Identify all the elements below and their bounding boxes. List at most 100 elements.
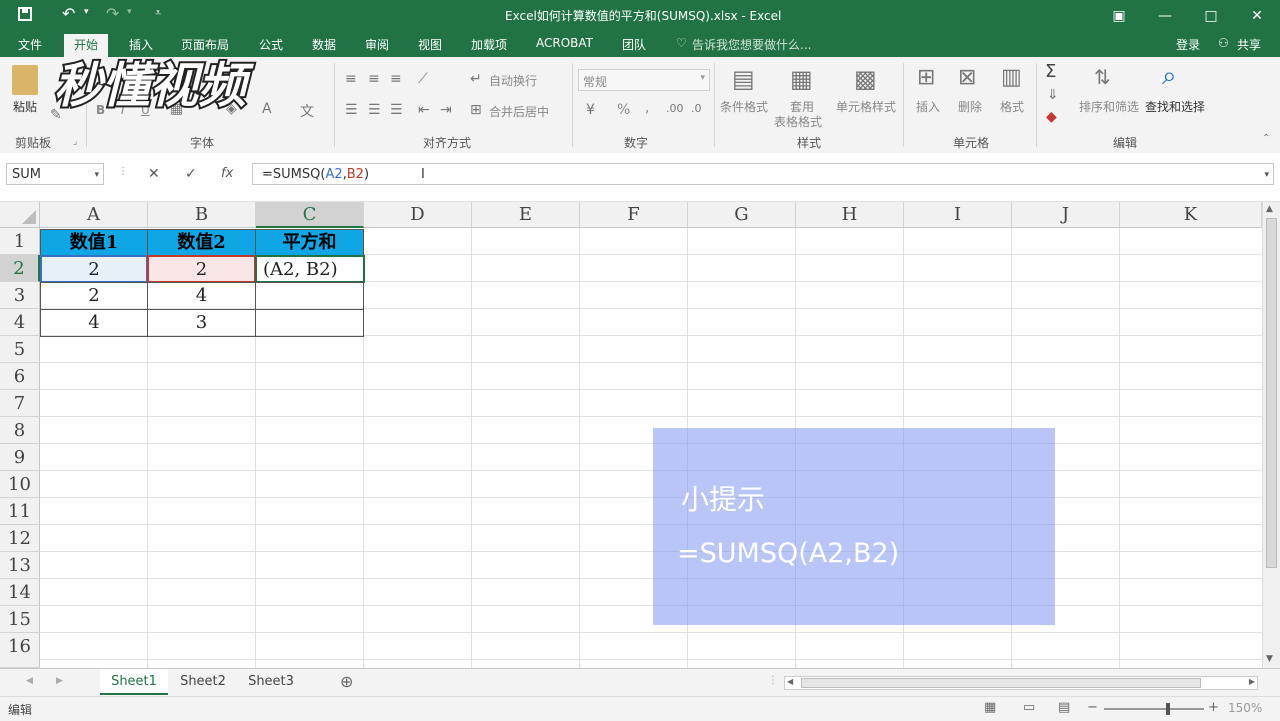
row-header-5[interactable]: 5 <box>0 336 40 363</box>
row-header-11[interactable]: 11 <box>0 498 40 525</box>
row-header-7[interactable]: 7 <box>0 390 40 417</box>
select-all-corner[interactable] <box>0 202 40 228</box>
add-sheet-button[interactable]: ⊕ <box>340 672 353 691</box>
name-box[interactable]: SUM ▾ <box>6 163 104 185</box>
dialog-launcher-icon[interactable]: ⌟ <box>73 137 77 147</box>
expand-formula-icon[interactable]: ▾ <box>1264 164 1269 186</box>
worksheet-grid[interactable]: A B C D E F G H I J K 1 2 3 4 5 6 7 8 9 … <box>0 202 1262 668</box>
cell-c3[interactable] <box>255 282 364 310</box>
close-button[interactable]: ✕ <box>1234 0 1280 31</box>
align-right-icon[interactable]: ☰ <box>390 102 403 118</box>
maximize-button[interactable]: □ <box>1188 0 1234 31</box>
cell-c1[interactable]: 平方和 <box>255 229 364 256</box>
enter-button[interactable]: ✓ <box>185 166 197 182</box>
currency-icon[interactable]: ¥ <box>586 102 595 118</box>
row-header-9[interactable]: 9 <box>0 444 40 471</box>
tab-data[interactable]: 数据 <box>312 36 336 53</box>
number-format-select[interactable]: 常规 ▾ <box>578 69 710 91</box>
col-header-d[interactable]: D <box>364 202 472 228</box>
row-header-12[interactable]: 12 <box>0 525 40 552</box>
row-header-15[interactable]: 15 <box>0 606 40 633</box>
cell-styles-button[interactable]: 单元格样式 <box>836 98 896 115</box>
cell-a1[interactable]: 数值1 <box>40 229 148 256</box>
horizontal-scrollbar[interactable]: ◀ ▶ <box>784 676 1258 690</box>
decrease-decimal-icon[interactable]: .0 <box>691 102 702 115</box>
cell-b3[interactable]: 4 <box>147 282 256 310</box>
page-break-view-icon[interactable]: ▤ <box>1058 700 1070 715</box>
insert-cells-button[interactable]: 插入 <box>916 98 940 115</box>
col-header-a[interactable]: A <box>40 202 148 228</box>
scroll-down-icon[interactable]: ▼ <box>1266 654 1273 664</box>
format-cells-button[interactable]: 格式 <box>1000 98 1024 115</box>
comma-button[interactable]: , <box>645 100 649 116</box>
tab-insert[interactable]: 插入 <box>129 36 153 53</box>
sheet-tab-sheet3[interactable]: Sheet3 <box>238 669 304 695</box>
zoom-level[interactable]: 150% <box>1228 701 1262 715</box>
cell-a4[interactable]: 4 <box>40 309 148 337</box>
customize-qat-icon[interactable]: ⩡ <box>155 6 161 20</box>
cell-a3[interactable]: 2 <box>40 282 148 310</box>
undo-dropdown-icon[interactable]: ▾ <box>84 7 89 17</box>
table-format-button-line2[interactable]: 表格格式 <box>774 113 822 130</box>
row-header-3[interactable]: 3 <box>0 282 40 309</box>
delete-cells-button[interactable]: 删除 <box>958 98 982 115</box>
conditional-format-button[interactable]: 条件格式 <box>720 98 768 115</box>
row-header-13[interactable]: 13 <box>0 552 40 579</box>
share-button[interactable]: 共享 <box>1237 36 1261 53</box>
login-link[interactable]: 登录 <box>1176 36 1200 53</box>
zoom-slider[interactable] <box>1104 703 1204 715</box>
tab-view[interactable]: 视图 <box>418 36 442 53</box>
orientation-icon[interactable]: ⟋ <box>418 71 428 87</box>
row-header-4[interactable]: 4 <box>0 309 40 336</box>
autosum-icon[interactable]: Σ <box>1045 61 1056 82</box>
cell-a2[interactable]: 2 <box>40 255 148 283</box>
cancel-button[interactable]: ✕ <box>148 166 160 182</box>
paste-icon[interactable] <box>12 65 38 95</box>
redo-dropdown-icon[interactable]: ▾ <box>127 7 132 17</box>
sheet-tab-sheet2[interactable]: Sheet2 <box>170 669 236 695</box>
tab-team[interactable]: 团队 <box>622 36 646 53</box>
col-header-i[interactable]: I <box>904 202 1012 228</box>
prev-sheet-icon[interactable]: ◀ <box>26 676 33 686</box>
wrap-text-button[interactable]: 自动换行 <box>489 72 537 89</box>
save-icon[interactable] <box>18 7 32 21</box>
cell-c4[interactable] <box>255 309 364 337</box>
row-header-6[interactable]: 6 <box>0 363 40 390</box>
indent-decrease-icon[interactable]: ⇤ <box>418 102 430 118</box>
paste-button[interactable]: 粘贴 <box>13 98 37 115</box>
row-header-8[interactable]: 8 <box>0 417 40 444</box>
percent-button[interactable]: % <box>617 102 630 118</box>
h-scroll-thumb[interactable] <box>801 678 1201 688</box>
tab-page-layout[interactable]: 页面布局 <box>181 36 229 53</box>
sheet-tab-sheet1[interactable]: Sheet1 <box>100 669 168 695</box>
cell-b4[interactable]: 3 <box>147 309 256 337</box>
clear-icon[interactable]: ◆ <box>1046 109 1057 125</box>
zoom-out-icon[interactable]: − <box>1087 700 1098 715</box>
redo-icon[interactable]: ↷ <box>106 4 119 23</box>
align-left-icon[interactable]: ☰ <box>345 102 358 118</box>
cell-c2-active[interactable]: (A2, B2) <box>255 255 365 283</box>
row-header-10[interactable]: 10 <box>0 471 40 498</box>
col-header-k[interactable]: K <box>1120 202 1262 228</box>
align-bottom-icon[interactable]: ≡ <box>390 71 402 87</box>
align-center-icon[interactable]: ☰ <box>368 102 381 118</box>
tell-me-input[interactable]: 告诉我您想要做什么... <box>692 36 811 53</box>
tab-acrobat[interactable]: ACROBAT <box>536 36 593 50</box>
row-header-14[interactable]: 14 <box>0 579 40 606</box>
fill-icon[interactable]: ⇓ <box>1047 87 1059 103</box>
undo-icon[interactable]: ↶ <box>62 4 75 23</box>
col-header-h[interactable]: H <box>796 202 904 228</box>
cell-b1[interactable]: 数值2 <box>147 229 256 256</box>
ribbon-display-icon[interactable]: ▣ <box>1096 0 1142 31</box>
zoom-slider-thumb[interactable] <box>1166 703 1170 715</box>
cell-b2[interactable]: 2 <box>147 255 256 283</box>
find-select-button[interactable]: 查找和选择 <box>1145 98 1205 115</box>
minimize-button[interactable]: — <box>1142 0 1188 31</box>
col-header-c[interactable]: C <box>256 202 364 228</box>
col-header-e[interactable]: E <box>472 202 580 228</box>
normal-view-icon[interactable]: ▦ <box>984 700 996 715</box>
col-header-j[interactable]: J <box>1012 202 1120 228</box>
next-sheet-icon[interactable]: ▶ <box>56 676 63 686</box>
insert-function-button[interactable]: fx <box>221 166 233 181</box>
tab-home[interactable]: 开始 <box>64 34 109 57</box>
